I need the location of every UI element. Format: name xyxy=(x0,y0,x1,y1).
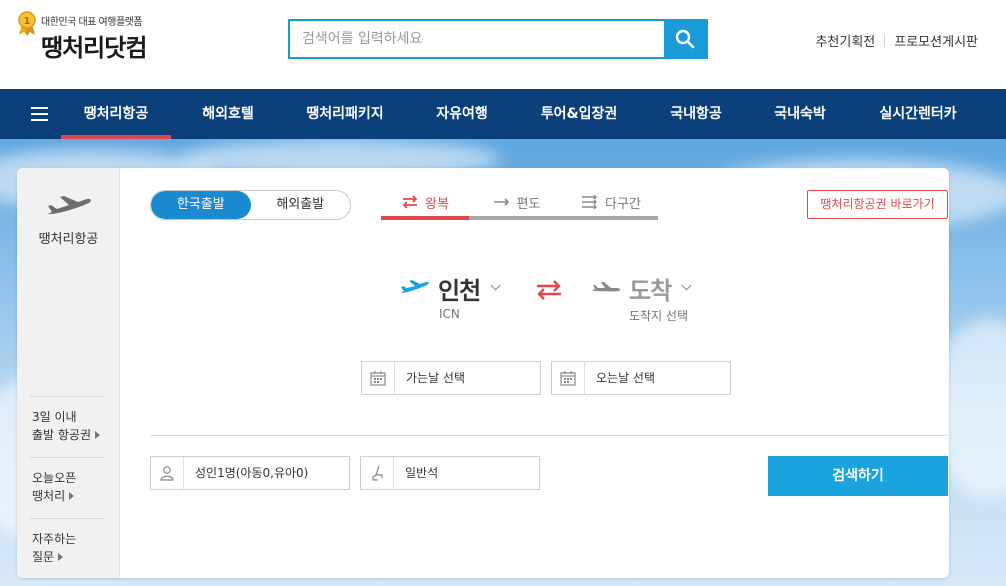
nav-item-tours[interactable]: 투어&입장권 xyxy=(525,89,633,139)
tab-round-trip[interactable]: 왕복 xyxy=(381,188,469,220)
return-date-text: 오는날 선택 xyxy=(596,371,656,385)
sidebar-link-text: 3일 이내 xyxy=(32,410,77,424)
header-search xyxy=(288,19,708,59)
medal-icon: 1 xyxy=(18,11,36,36)
sidebar-link-faq[interactable]: 자주하는 질문 xyxy=(32,530,76,566)
sidebar-link-text-2: 질문 xyxy=(32,548,76,566)
seat-icon xyxy=(372,465,383,481)
departure-city-code: ICN xyxy=(439,307,460,321)
tab-round-trip-label: 왕복 xyxy=(425,196,449,212)
arrival-city-selector[interactable]: 도착 xyxy=(591,272,692,305)
nav-item-hotels[interactable]: 해외호텔 xyxy=(178,89,278,139)
chevron-right-icon xyxy=(58,553,64,561)
round-trip-arrows-icon xyxy=(402,195,418,209)
sidebar-link-today-open[interactable]: 오늘오픈 땡처리 xyxy=(32,469,76,505)
seat-class-field[interactable]: 일반석 xyxy=(360,456,540,490)
flight-search-button[interactable]: 검색하기 xyxy=(768,456,948,496)
hamburger-menu-icon[interactable] xyxy=(31,107,49,122)
depart-calendar-icon-wrap xyxy=(362,362,395,394)
site-header: 1 대한민국 대표 여행플랫폼 땡처리닷컴 추천기획전 프로모션게시판 xyxy=(0,0,1006,89)
logo-suffix-text: 닷컴 xyxy=(104,34,147,62)
takeoff-plane-icon xyxy=(401,280,429,293)
passenger-icon-wrap xyxy=(151,457,184,489)
top-links: 추천기획전 프로모션게시판 xyxy=(815,31,978,50)
top-link-recommended[interactable]: 추천기획전 xyxy=(815,31,875,50)
return-calendar-icon-wrap xyxy=(552,362,585,394)
search-button[interactable] xyxy=(664,21,706,57)
logo-tagline: 대한민국 대표 여행플랫폼 xyxy=(41,17,143,28)
chevron-right-icon xyxy=(95,431,101,439)
nav-item-rentcar[interactable]: 실시간렌터카 xyxy=(862,89,974,139)
sidebar-divider xyxy=(30,396,104,397)
nav-item-packages[interactable]: 땡처리패키지 xyxy=(290,89,400,139)
depart-date-field[interactable]: 가는날 선택 xyxy=(361,361,541,395)
seat-class-text: 일반석 xyxy=(405,466,439,480)
booking-sidebar: 땡처리항공 3일 이내 출발 항공권 오늘오픈 땡처리 자주하는 질문 xyxy=(17,168,120,578)
site-logo[interactable]: 1 대한민국 대표 여행플랫폼 땡처리닷컴 xyxy=(16,10,186,72)
tab-one-way-label: 편도 xyxy=(516,196,541,212)
form-divider xyxy=(150,435,948,436)
nav-item-domestic-stay[interactable]: 국내숙박 xyxy=(756,89,844,139)
sidebar-link-3days[interactable]: 3일 이내 출발 항공권 xyxy=(32,408,101,444)
sidebar-link-text: 자주하는 xyxy=(32,532,77,546)
calendar-icon xyxy=(560,371,576,386)
arrival-city-placeholder: 도착 xyxy=(629,276,672,305)
tab-multi-city-label: 다구간 xyxy=(605,196,641,212)
nav-item-free-travel[interactable]: 자유여행 xyxy=(416,89,508,139)
sidebar-divider xyxy=(30,518,104,519)
chevron-right-icon xyxy=(69,492,75,500)
depart-overseas-button[interactable]: 해외출발 xyxy=(251,191,351,219)
departure-city-selector[interactable]: 인천 xyxy=(400,272,501,305)
chevron-down-icon xyxy=(681,280,692,291)
passenger-text: 성인1명(아동0,유아0) xyxy=(195,466,309,480)
depart-date-text: 가는날 선택 xyxy=(406,371,466,385)
departure-city-name: 인천 xyxy=(438,276,481,305)
person-icon xyxy=(160,466,174,481)
tab-multi-city[interactable]: 다구간 xyxy=(564,188,658,220)
search-input[interactable] xyxy=(290,21,665,57)
top-link-promotion[interactable]: 프로모션게시판 xyxy=(894,31,978,50)
trip-type-tabs: 왕복 편도 다구간 xyxy=(381,188,658,220)
return-date-field[interactable]: 오는날 선택 xyxy=(551,361,731,395)
depart-korea-button[interactable]: 한국출발 xyxy=(151,191,251,219)
sidebar-link-text: 오늘오픈 xyxy=(32,471,77,485)
booking-panel: 땡처리항공 3일 이내 출발 항공권 오늘오픈 땡처리 자주하는 질문 한국출발… xyxy=(17,168,949,578)
seat-icon-wrap xyxy=(361,457,394,489)
passenger-field[interactable]: 성인1명(아동0,유아0) xyxy=(150,456,350,490)
departure-region-toggle: 한국출발 해외출발 xyxy=(150,190,351,220)
flight-shortcut-button[interactable]: 땡처리항공권 바로가기 xyxy=(807,190,948,219)
sidebar-title: 땡처리항공 xyxy=(38,232,99,247)
multi-city-arrows-icon xyxy=(582,195,598,209)
logo-wordmark: 땡처리닷컴 xyxy=(41,28,147,63)
chevron-down-icon xyxy=(490,280,501,291)
nav-item-flights[interactable]: 땡처리항공 xyxy=(61,89,171,139)
airplane-icon xyxy=(48,196,91,215)
search-icon xyxy=(675,29,695,49)
one-way-arrow-icon xyxy=(493,198,509,206)
tab-one-way[interactable]: 편도 xyxy=(469,188,564,220)
sidebar-divider xyxy=(30,457,104,458)
sidebar-link-text-2: 땡처리 xyxy=(32,487,76,505)
nav-item-domestic-flights[interactable]: 국내항공 xyxy=(652,89,740,139)
logo-main-text: 땡처리 xyxy=(41,34,105,62)
arrival-city-hint: 도착지 선택 xyxy=(629,309,689,323)
calendar-icon xyxy=(370,371,386,386)
top-link-separator xyxy=(884,34,886,47)
swap-cities-icon[interactable] xyxy=(535,280,563,300)
sidebar-link-text-2: 출발 항공권 xyxy=(32,426,101,444)
landing-plane-icon xyxy=(592,282,621,292)
main-nav: 땡처리항공 해외호텔 땡처리패키지 자유여행 투어&입장권 국내항공 국내숙박 … xyxy=(0,89,1006,139)
svg-text:1: 1 xyxy=(24,16,31,27)
